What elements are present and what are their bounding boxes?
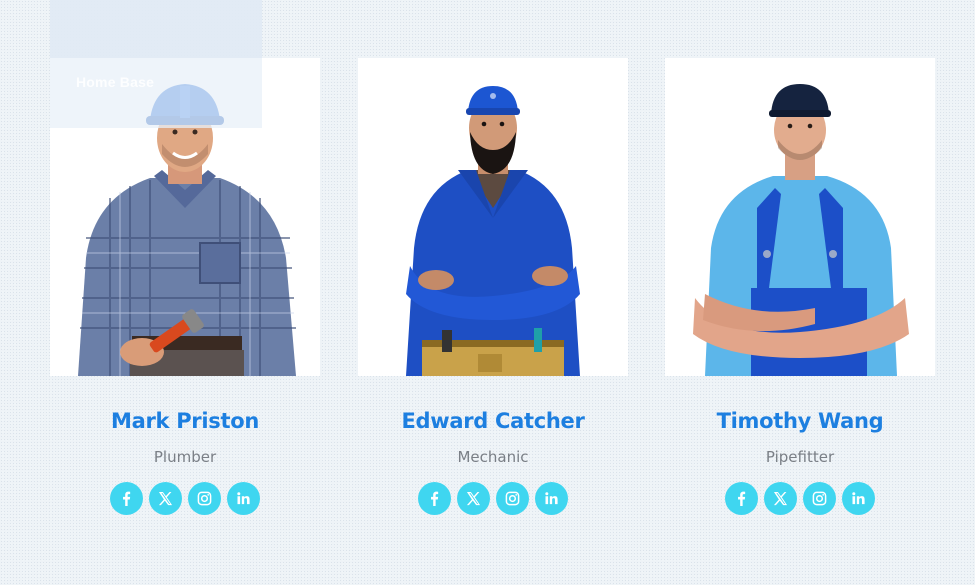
member-role: Mechanic: [457, 448, 529, 466]
team-card: Edward Catcher Mechanic: [358, 58, 628, 515]
instagram-button[interactable]: [496, 482, 529, 515]
instagram-button[interactable]: [803, 482, 836, 515]
member-role: Plumber: [153, 448, 217, 466]
breadcrumb-home-link[interactable]: Home Base: [76, 74, 154, 90]
instagram-icon: [812, 491, 827, 506]
x-twitter-icon: [773, 491, 788, 506]
facebook-button[interactable]: [110, 482, 143, 515]
member-name: Timothy Wang: [716, 409, 884, 433]
social-links: [358, 482, 628, 515]
facebook-icon: [738, 491, 746, 506]
x-twitter-button[interactable]: [149, 482, 182, 515]
member-role: Pipefitter: [765, 448, 835, 466]
x-twitter-icon: [158, 491, 173, 506]
linkedin-icon: [545, 492, 558, 505]
worker-overalls-cap-illustration: [693, 84, 909, 376]
linkedin-button[interactable]: [227, 482, 260, 515]
member-name: Edward Catcher: [401, 409, 585, 433]
breadcrumb-backdrop: [50, 0, 262, 58]
worker-blue-coverall-toolbelt-illustration: [406, 86, 580, 376]
x-twitter-icon: [466, 491, 481, 506]
member-name: Mark Priston: [111, 409, 259, 433]
member-photo: [358, 58, 628, 376]
instagram-button[interactable]: [188, 482, 221, 515]
instagram-icon: [505, 491, 520, 506]
linkedin-icon: [852, 492, 865, 505]
facebook-icon: [123, 491, 131, 506]
facebook-button[interactable]: [418, 482, 451, 515]
facebook-button[interactable]: [725, 482, 758, 515]
x-twitter-button[interactable]: [457, 482, 490, 515]
social-links: [665, 482, 935, 515]
linkedin-button[interactable]: [535, 482, 568, 515]
team-card: Timothy Wang Pipefitter: [665, 58, 935, 515]
social-links: [50, 482, 320, 515]
linkedin-button[interactable]: [842, 482, 875, 515]
instagram-icon: [197, 491, 212, 506]
member-photo: [665, 58, 935, 376]
x-twitter-button[interactable]: [764, 482, 797, 515]
facebook-icon: [431, 491, 439, 506]
linkedin-icon: [237, 492, 250, 505]
breadcrumb-overlay: Home Base: [50, 0, 262, 128]
